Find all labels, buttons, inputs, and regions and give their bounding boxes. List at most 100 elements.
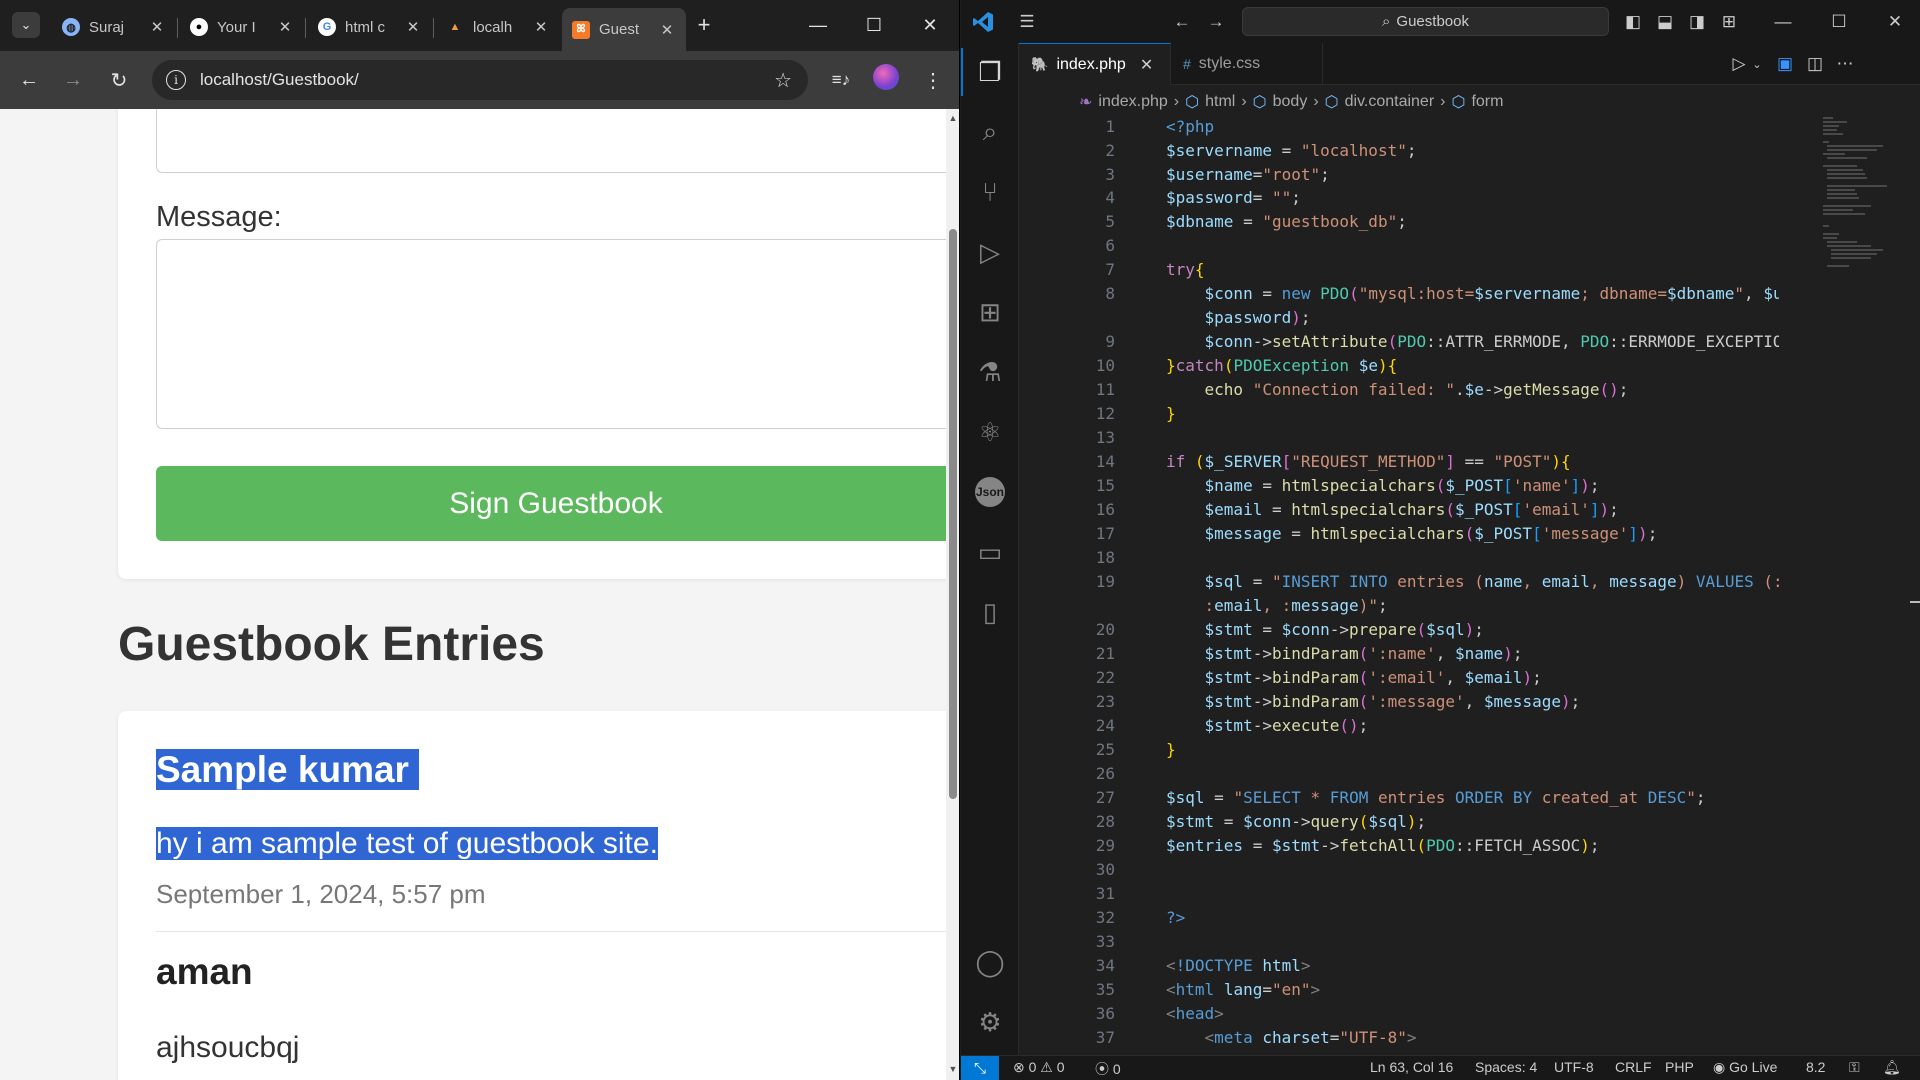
notifications-bell-icon[interactable]: 🔔︎: [1883, 1059, 1901, 1076]
line-number: 14: [1095, 452, 1115, 471]
code-line: $name = htmlspecialchars($_POST['name'])…: [1204, 476, 1600, 495]
key-icon[interactable]: ⚿: [1849, 1059, 1860, 1076]
code-line: $username="root";: [1166, 165, 1330, 184]
scrollbar-thumb[interactable]: [949, 229, 957, 799]
close-tab-icon[interactable]: ✕: [658, 21, 676, 39]
back-icon[interactable]: ←: [14, 65, 44, 95]
code-line: $stmt->bindParam(':email', $email);: [1204, 668, 1542, 687]
search-icon[interactable]: ⌕: [971, 113, 1009, 151]
browser-tab[interactable]: ▲ localh ✕: [436, 8, 560, 46]
email-field[interactable]: [156, 109, 946, 173]
encoding-setting[interactable]: UTF-8: [1554, 1059, 1594, 1075]
breadcrumb-item[interactable]: body: [1273, 93, 1308, 111]
breadcrumb-item[interactable]: form: [1471, 93, 1503, 111]
line-number: 35: [1095, 980, 1115, 999]
minimap[interactable]: [1823, 115, 1893, 275]
breadcrumb-item[interactable]: html: [1205, 93, 1235, 111]
php-file-icon: 🐘: [1031, 56, 1049, 72]
tab-search-dropdown[interactable]: ⌄: [12, 12, 40, 38]
code-line: $sql = "SELECT * FROM entries ORDER BY c…: [1166, 788, 1706, 807]
ports-indicator[interactable]: ⦿ 0: [1095, 1059, 1121, 1079]
minimize-icon[interactable]: —: [798, 10, 838, 40]
page-scrollbar[interactable]: ▲ ▼: [946, 109, 959, 1080]
menu-hamburger-icon[interactable]: ☰: [1015, 10, 1039, 34]
close-tab-icon[interactable]: ✕: [532, 18, 550, 36]
forward-icon[interactable]: →: [58, 65, 88, 95]
code-editor[interactable]: 1 <?php 2 $servername = "localhost"; 3 $…: [1019, 115, 1779, 1055]
code-line: $stmt = $conn->prepare($sql);: [1204, 620, 1484, 639]
database-icon[interactable]: ▯: [971, 593, 1009, 631]
close-tab-icon[interactable]: ✕: [148, 18, 166, 36]
language-mode[interactable]: PHP: [1665, 1059, 1694, 1075]
editor-scrollbar[interactable]: [1905, 115, 1920, 1055]
sign-guestbook-button[interactable]: Sign Guestbook: [156, 466, 946, 541]
accounts-icon[interactable]: ◯: [971, 943, 1009, 981]
indentation-setting[interactable]: Spaces: 4: [1475, 1059, 1537, 1075]
open-preview-icon[interactable]: ▣: [1773, 52, 1797, 76]
code-line: $dbname = "guestbook_db";: [1166, 212, 1407, 231]
scroll-up-icon[interactable]: ▲: [946, 113, 959, 127]
breadcrumb-item[interactable]: index.php: [1098, 93, 1167, 111]
customize-layout-icon[interactable]: ⊞: [1717, 10, 1741, 34]
browser-tab-active[interactable]: ꕤ Guest ✕: [562, 8, 686, 51]
php-version[interactable]: 8.2: [1806, 1059, 1825, 1075]
address-bar[interactable]: i localhost/Guestbook/ ☆: [152, 60, 808, 100]
site-info-icon[interactable]: i: [166, 70, 186, 90]
media-control-icon[interactable]: ≡♪: [826, 65, 856, 95]
scroll-down-icon[interactable]: ▼: [946, 1064, 959, 1078]
close-tab-icon[interactable]: ✕: [404, 18, 422, 36]
bookmark-star-icon[interactable]: ☆: [774, 68, 792, 93]
maximize-icon[interactable]: ☐: [1827, 10, 1851, 34]
toggle-sidebar-icon[interactable]: ◧: [1621, 10, 1645, 34]
browser-tab[interactable]: ● Your I ✕: [180, 8, 304, 46]
close-window-icon[interactable]: ✕: [910, 10, 950, 40]
cursor-position[interactable]: Ln 63, Col 16: [1370, 1059, 1453, 1075]
maximize-icon[interactable]: ☐: [854, 10, 894, 40]
close-tab-icon[interactable]: ✕: [276, 18, 294, 36]
close-window-icon[interactable]: ✕: [1883, 10, 1907, 34]
toggle-secondary-sidebar-icon[interactable]: ◨: [1685, 10, 1709, 34]
profile-avatar[interactable]: [873, 64, 899, 90]
code-line: $entries = $stmt->fetchAll(PDO::FETCH_AS…: [1166, 836, 1600, 855]
code-line: <head>: [1166, 1004, 1224, 1023]
close-tab-icon[interactable]: ✕: [1140, 55, 1153, 75]
run-debug-icon[interactable]: ▷: [971, 233, 1009, 271]
source-control-icon[interactable]: ⑂: [971, 173, 1009, 211]
split-editor-icon[interactable]: ◫: [1803, 52, 1827, 76]
settings-gear-icon[interactable]: ⚙: [971, 1003, 1009, 1041]
entry-message: hy i am sample test of guestbook site.: [156, 827, 658, 860]
line-number: 22: [1095, 668, 1115, 687]
tab-index-php[interactable]: 🐘 index.php ✕: [1019, 43, 1171, 85]
code-line: $conn->setAttribute(PDO::ATTR_ERRMODE, P…: [1204, 332, 1779, 351]
eol-setting[interactable]: CRLF: [1615, 1059, 1652, 1075]
command-center-search[interactable]: ⌕ Guestbook: [1242, 7, 1609, 36]
line-number: 21: [1095, 644, 1115, 663]
browser-tab[interactable]: ◍ Suraj ✕: [52, 8, 176, 46]
tab-style-css[interactable]: # style.css: [1171, 43, 1323, 85]
line-number: 29: [1095, 836, 1115, 855]
menu-kebab-icon[interactable]: ⋮: [918, 65, 948, 95]
code-line: $stmt->execute();: [1204, 716, 1369, 735]
remote-indicator-icon[interactable]: ⤡: [961, 1056, 999, 1080]
remote-explorer-icon[interactable]: ▭: [971, 533, 1009, 571]
testing-flask-icon[interactable]: ⚗: [971, 353, 1009, 391]
json-icon[interactable]: Json: [971, 473, 1009, 511]
react-atom-icon[interactable]: ⚛: [971, 413, 1009, 451]
run-dropdown-icon[interactable]: ⌄: [1745, 52, 1769, 76]
new-tab-button[interactable]: +: [690, 11, 718, 39]
toggle-panel-icon[interactable]: ⬓: [1653, 10, 1677, 34]
browser-tab[interactable]: G html c ✕: [308, 8, 432, 46]
problems-indicator[interactable]: ⊗ 0 ⚠ 0: [1013, 1059, 1065, 1076]
minimize-icon[interactable]: —: [1771, 10, 1795, 34]
code-line: $conn = new PDO("mysql:host=$servername;…: [1204, 284, 1779, 303]
more-actions-icon[interactable]: ⋯: [1833, 52, 1857, 76]
go-live-button[interactable]: ◉ Go Live: [1713, 1059, 1777, 1076]
breadcrumb-item[interactable]: div.container: [1345, 93, 1435, 111]
explorer-icon[interactable]: ❐: [971, 53, 1009, 91]
line-number: 34: [1095, 956, 1115, 975]
nav-forward-icon[interactable]: →: [1204, 10, 1228, 34]
reload-icon[interactable]: ↻: [104, 65, 134, 95]
message-textarea[interactable]: [156, 239, 946, 429]
nav-back-icon[interactable]: ←: [1170, 10, 1194, 34]
extensions-icon[interactable]: ⊞: [971, 293, 1009, 331]
